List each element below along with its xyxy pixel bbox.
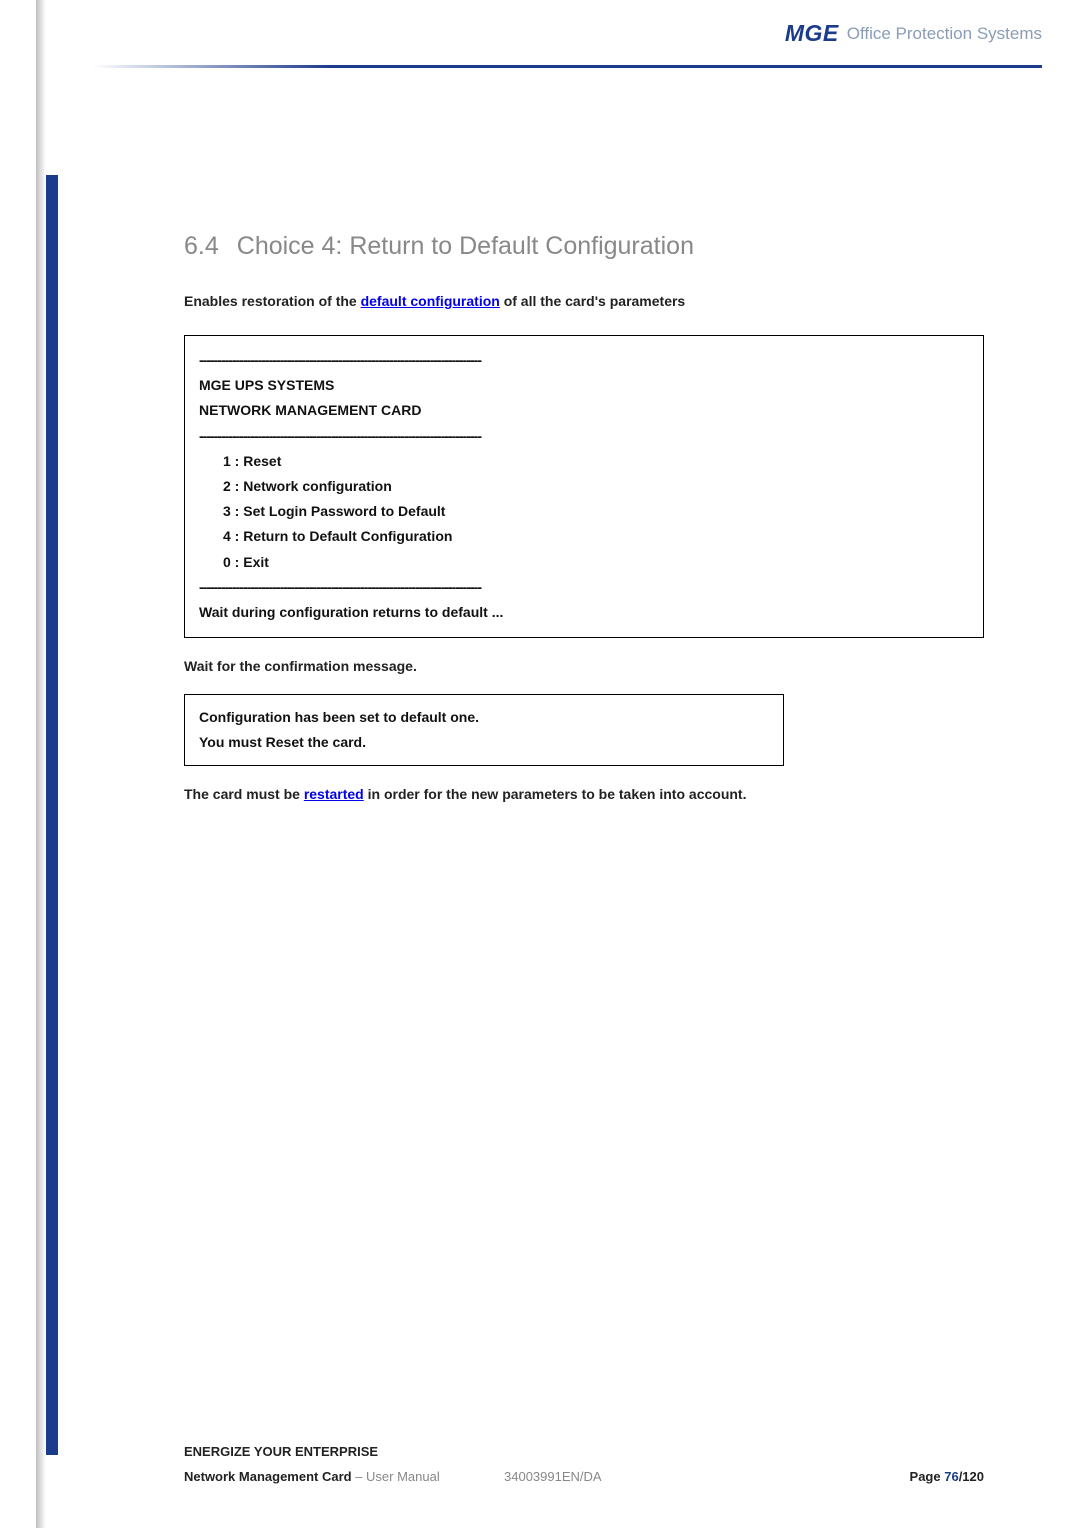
restarted-link[interactable]: restarted (304, 786, 364, 802)
intro-text: Enables restoration of the default confi… (184, 293, 984, 309)
confirmation-line-1: Configuration has been set to default on… (199, 705, 769, 730)
restart-suffix: in order for the new parameters to be ta… (364, 786, 747, 802)
footer-doc-title-bold: Network Management Card (184, 1469, 352, 1484)
document-page: MGE Office Protection Systems 6.4 Choice … (0, 0, 1080, 1528)
terminal-divider: ----------------------------------------… (199, 348, 969, 373)
default-configuration-link[interactable]: default configuration (361, 293, 500, 309)
section-number: 6.4 (184, 232, 219, 260)
footer-page-label: Page (910, 1469, 945, 1484)
section-title: Choice 4: Return to Default Configuratio… (237, 232, 694, 260)
margin-accent-bar (46, 175, 58, 1455)
confirmation-line-2: You must Reset the card. (199, 730, 769, 755)
page-content: 6.4 Choice 4: Return to Default Configura… (184, 232, 984, 822)
header-subtitle: Office Protection Systems (847, 24, 1042, 44)
terminal-menu-item: 2 : Network configuration (199, 474, 969, 499)
terminal-divider: ----------------------------------------… (199, 424, 969, 449)
terminal-menu-item: 0 : Exit (199, 550, 969, 575)
footer-page-current: 76 (944, 1469, 958, 1484)
restart-instruction: The card must be restarted in order for … (184, 786, 984, 802)
confirmation-prompt: Wait for the confirmation message. (184, 658, 984, 674)
page-footer: ENERGIZE YOUR ENTERPRISE Network Managem… (184, 1444, 984, 1484)
terminal-wait-message: Wait during configuration returns to def… (199, 600, 969, 625)
terminal-title-1: MGE UPS SYSTEMS (199, 373, 969, 398)
page-header: MGE Office Protection Systems (785, 20, 1042, 47)
footer-tagline: ENERGIZE YOUR ENTERPRISE (184, 1444, 984, 1459)
footer-doc-title-rest: – User Manual (352, 1469, 440, 1484)
header-rule (92, 65, 1042, 68)
footer-meta-row: Network Management Card – User Manual 34… (184, 1469, 984, 1484)
mge-logo: MGE (785, 20, 839, 47)
footer-page-total: /120 (959, 1469, 984, 1484)
intro-prefix: Enables restoration of the (184, 293, 361, 309)
restart-prefix: The card must be (184, 786, 304, 802)
footer-doc-title: Network Management Card – User Manual (184, 1469, 440, 1484)
terminal-title-2: NETWORK MANAGEMENT CARD (199, 398, 969, 423)
terminal-menu-item: 1 : Reset (199, 449, 969, 474)
terminal-menu-item: 4 : Return to Default Configuration (199, 524, 969, 549)
section-heading: 6.4 Choice 4: Return to Default Configura… (184, 232, 984, 261)
footer-doc-code: 34003991EN/DA (504, 1469, 602, 1484)
footer-page-indicator: Page 76/120 (910, 1469, 984, 1484)
terminal-menu-item: 3 : Set Login Password to Default (199, 499, 969, 524)
intro-suffix: of all the card's parameters (500, 293, 685, 309)
binding-shadow (36, 0, 46, 1528)
terminal-output-box: ----------------------------------------… (184, 335, 984, 638)
terminal-divider: ----------------------------------------… (199, 575, 969, 600)
confirmation-box: Configuration has been set to default on… (184, 694, 784, 766)
